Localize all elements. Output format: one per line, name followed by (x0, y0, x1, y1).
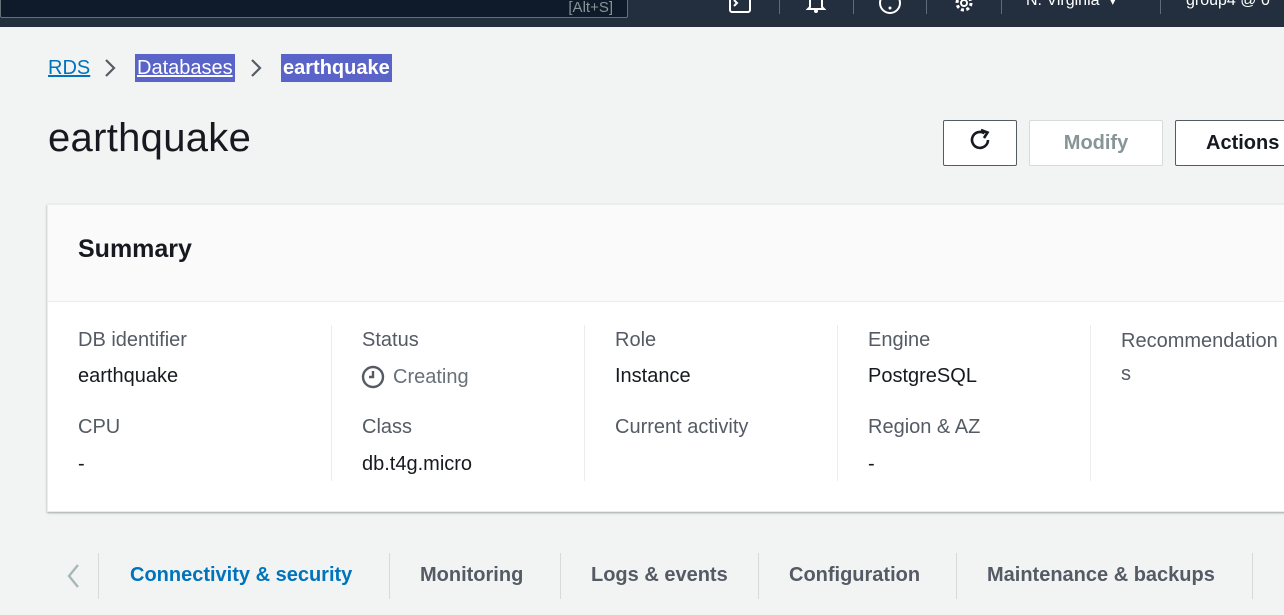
tab-divider (1252, 553, 1253, 599)
clock-icon (361, 365, 385, 389)
cloudshell-icon[interactable] (727, 0, 753, 16)
account-menu[interactable]: group4 @ 0 (1186, 0, 1270, 10)
breadcrumb-rds-link[interactable]: RDS (48, 54, 90, 82)
cpu-value: - (78, 453, 85, 475)
column-divider (331, 325, 332, 481)
help-icon[interactable] (877, 0, 903, 16)
gear-icon[interactable] (951, 0, 977, 16)
column-divider (584, 325, 585, 481)
cpu-label: CPU (78, 416, 121, 438)
nav-divider (853, 0, 854, 14)
detail-tabs: Connectivity & security Monitoring Logs … (48, 553, 1284, 601)
modify-button[interactable]: Modify (1029, 120, 1163, 166)
column-divider (1090, 325, 1091, 481)
refresh-button[interactable] (943, 120, 1017, 166)
nav-divider (779, 0, 780, 14)
refresh-icon (967, 127, 993, 159)
region-label: N. Virginia (1026, 0, 1100, 9)
status-text: Creating (393, 365, 469, 388)
summary-title: Summary (78, 235, 192, 263)
search-input[interactable]: [Alt+S] (0, 0, 628, 18)
bell-icon[interactable] (803, 0, 829, 16)
role-value: Instance (615, 365, 691, 387)
role-label: Role (615, 329, 657, 351)
region-selector[interactable]: N. Virginia ▾ (1026, 0, 1116, 10)
chevron-left-icon[interactable] (64, 561, 82, 596)
summary-card: Summary DB identifier earthquake CPU - S… (47, 204, 1284, 512)
tab-logs-events[interactable]: Logs & events (591, 564, 728, 587)
top-navigation: [Alt+S] N. Virginia ▾ group4 @ 0 (0, 0, 1284, 27)
region-az-label: Region & AZ (868, 416, 981, 438)
page-title: earthquake (48, 116, 252, 160)
tab-connectivity-security[interactable]: Connectivity & security (130, 564, 352, 587)
tab-configuration[interactable]: Configuration (789, 564, 920, 587)
db-identifier-label: DB identifier (78, 329, 187, 351)
nav-divider (1160, 0, 1161, 14)
engine-value: PostgreSQL (868, 365, 977, 387)
current-activity-label: Current activity (615, 416, 749, 438)
chevron-right-icon (249, 58, 263, 84)
tab-divider (560, 553, 561, 599)
summary-header: Summary (48, 205, 1284, 302)
breadcrumb-current: earthquake (281, 54, 392, 82)
class-value: db.t4g.micro (362, 453, 473, 475)
nav-divider (1001, 0, 1002, 14)
db-identifier-value: earthquake (78, 365, 179, 387)
chevron-right-icon (103, 58, 117, 84)
caret-down-icon: ▾ (1109, 0, 1116, 8)
tab-divider (956, 553, 957, 599)
recommendations-label: Recommendations (1121, 330, 1278, 385)
tab-maintenance-backups[interactable]: Maintenance & backups (987, 564, 1215, 587)
engine-label: Engine (868, 329, 931, 351)
region-az-value: - (868, 453, 875, 475)
tab-divider (98, 553, 99, 599)
class-label: Class (362, 416, 413, 438)
column-divider (837, 325, 838, 481)
status-value: Creating (361, 365, 469, 389)
status-label: Status (362, 329, 419, 351)
search-shortcut-hint: [Alt+S] (568, 0, 613, 16)
actions-button[interactable]: Actions (1175, 120, 1284, 166)
tab-divider (389, 553, 390, 599)
tab-monitoring[interactable]: Monitoring (420, 564, 523, 587)
breadcrumb-databases-link[interactable]: Databases (135, 54, 235, 82)
tab-divider (758, 553, 759, 599)
nav-divider (926, 0, 927, 14)
